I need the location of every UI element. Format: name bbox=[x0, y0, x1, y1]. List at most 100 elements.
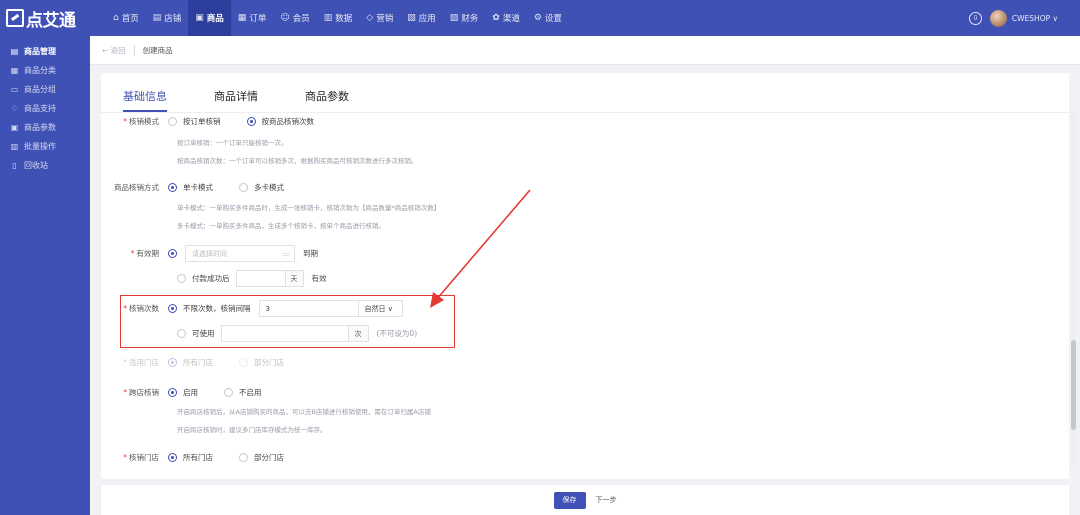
cross-store-disable-option[interactable]: 不启用 bbox=[224, 387, 262, 398]
radio-icon[interactable] bbox=[239, 453, 248, 462]
radio-checked-icon[interactable] bbox=[168, 453, 177, 462]
radio-checked-icon[interactable] bbox=[168, 388, 177, 397]
nav-item-label: 应用 bbox=[418, 14, 436, 24]
brand-logo[interactable]: 点艾通 bbox=[0, 6, 90, 31]
sidebar-item[interactable]: ▥ 批量操作 bbox=[0, 137, 90, 156]
sidebar-item-label: 商品分组 bbox=[24, 85, 56, 94]
sidebar-item-label: 回收站 bbox=[24, 161, 48, 170]
user-menu[interactable]: CWESHOP ∨ bbox=[1012, 14, 1058, 23]
applicable-all-stores-option[interactable]: 所有门店 bbox=[168, 357, 213, 368]
sidebar-item[interactable]: ♢ 商品支持 bbox=[0, 99, 90, 118]
annotation-arrow-icon bbox=[430, 189, 531, 308]
nav-item-label: 渠道 bbox=[502, 14, 520, 24]
scrollbar-thumb[interactable] bbox=[1071, 340, 1076, 430]
sidebar-item[interactable]: ▯ 回收站 bbox=[0, 156, 90, 175]
nav-item-finance[interactable]: ▨ 财务 bbox=[443, 0, 486, 36]
sidebar-item-icon: ▦ bbox=[10, 66, 19, 75]
radio-checked-icon[interactable] bbox=[168, 358, 177, 367]
verify-mode-row: * 核销模式 按订单核销 按商品核销次数 bbox=[123, 116, 314, 127]
applicable-store-label: 适用门店 bbox=[129, 358, 159, 367]
nav-item-label: 店铺 bbox=[164, 14, 182, 24]
channel-icon: ✿ bbox=[492, 13, 500, 23]
verify-mode-by-order-option[interactable]: 按订单核销 bbox=[168, 116, 221, 127]
nav-item-data[interactable]: ▥ 数据 bbox=[317, 0, 360, 36]
verify-mode-hint-2: 按商品核销次数：一个订单可以核销多次，根据购买商品可核销次数进行多次核销。 bbox=[177, 157, 418, 165]
day-unit: 天 bbox=[285, 270, 304, 287]
valid-label: 有效 bbox=[311, 274, 327, 283]
sidebar-item[interactable]: ▦ 商品分类 bbox=[0, 61, 90, 80]
sidebar-item-label: 商品支持 bbox=[24, 104, 56, 113]
sidebar-item-label: 批量操作 bbox=[24, 142, 56, 151]
sidebar-item[interactable]: ▭ 商品分组 bbox=[0, 80, 90, 99]
nav-item-label: 商品 bbox=[206, 14, 224, 24]
marketing-icon: ◇ bbox=[366, 13, 374, 23]
finance-icon: ▨ bbox=[449, 13, 459, 23]
user-area: ⇩ CWESHOP ∨ bbox=[968, 9, 1080, 27]
applicable-some-stores-option[interactable]: 部分门店 bbox=[239, 357, 284, 368]
single-card-option[interactable]: 单卡模式 bbox=[168, 182, 213, 193]
nav-item-home[interactable]: ⌂ 首页 bbox=[106, 0, 146, 36]
radio-checked-icon[interactable] bbox=[246, 117, 256, 126]
back-link[interactable]: ← 返回 bbox=[102, 45, 126, 56]
verify-method-hint-1: 单卡模式：一单购买多件商品时，生成一张核销卡，核销次数为【商品数量*商品核销次数… bbox=[177, 204, 441, 212]
verify-mode-by-count-option[interactable]: 按商品核销次数 bbox=[246, 116, 314, 127]
sidebar-item-icon: ♢ bbox=[10, 104, 19, 113]
sidebar-item-icon: ▣ bbox=[10, 123, 19, 132]
valid-days-input[interactable] bbox=[235, 270, 286, 287]
verify-method-label: 商品核销方式 bbox=[114, 183, 159, 192]
expiry-date-input[interactable]: 请选择时间 ▭ bbox=[185, 245, 295, 262]
verify-mode-hint-1: 按订单核销：一个订单只能核销一次。 bbox=[177, 139, 288, 147]
data-icon: ▥ bbox=[323, 13, 333, 23]
radio-icon[interactable] bbox=[239, 358, 248, 367]
tab-1[interactable]: 商品详情 bbox=[214, 88, 258, 112]
home-icon: ⌂ bbox=[113, 13, 119, 23]
save-button[interactable]: 保存 bbox=[553, 491, 586, 509]
nav-item-settings[interactable]: ⚙ 设置 bbox=[527, 0, 569, 36]
sidebar-item-label: 商品管理 bbox=[24, 47, 56, 56]
sidebar-item-icon: ▤ bbox=[10, 47, 19, 56]
logo-text: 点艾通 bbox=[26, 10, 76, 31]
nav-item-label: 订单 bbox=[249, 14, 267, 24]
verify-some-stores-option[interactable]: 部分门店 bbox=[239, 452, 284, 463]
avatar[interactable] bbox=[989, 9, 1007, 27]
nav-item-marketing[interactable]: ◇ 营销 bbox=[359, 0, 400, 36]
form-card: 基础信息 商品详情 商品参数 * 核销模式 按订单核销 按商品核销次数 按订单核销：一… bbox=[101, 73, 1069, 479]
calendar-icon: ▭ bbox=[282, 249, 289, 258]
radio-icon[interactable] bbox=[168, 117, 177, 126]
nav-item-app[interactable]: ▧ 应用 bbox=[400, 0, 443, 36]
verify-all-stores-option[interactable]: 所有门店 bbox=[168, 452, 213, 463]
cross-store-label: 跨店核销 bbox=[129, 388, 159, 397]
nav-item-order[interactable]: ▦ 订单 bbox=[231, 0, 274, 36]
sidebar-item-label: 商品分类 bbox=[24, 66, 56, 75]
nav-item-channel[interactable]: ✿ 渠道 bbox=[485, 0, 527, 36]
tab-0[interactable]: 基础信息 bbox=[123, 88, 167, 112]
validity-label: 有效期 bbox=[136, 249, 160, 258]
validity-after-payment-row: 付款成功后 天 有效 bbox=[177, 270, 327, 287]
radio-checked-icon[interactable] bbox=[168, 183, 177, 192]
scrollbar[interactable] bbox=[1071, 112, 1076, 462]
nav-item-goods[interactable]: ▣ 商品 bbox=[188, 0, 231, 36]
expiry-suffix: 到期 bbox=[303, 249, 318, 258]
page-title: 创建商品 bbox=[142, 45, 173, 55]
nav-item-store[interactable]: ▤ 店铺 bbox=[146, 0, 189, 36]
verify-method-row: 商品核销方式 单卡模式 多卡模式 bbox=[101, 182, 310, 193]
sidebar-item[interactable]: ▤ 商品管理 bbox=[0, 42, 90, 61]
logo-mark-icon bbox=[6, 9, 24, 27]
next-step-button[interactable]: 下一步 bbox=[596, 495, 617, 505]
cross-store-row: * 跨店核销 启用 不启用 bbox=[123, 387, 262, 398]
breadcrumb-divider bbox=[133, 44, 135, 56]
radio-icon[interactable] bbox=[177, 274, 186, 283]
radio-checked-icon[interactable] bbox=[168, 249, 177, 258]
nav-item-label: 数据 bbox=[335, 14, 353, 24]
radio-icon[interactable] bbox=[239, 183, 248, 192]
applicable-store-row: * 适用门店 所有门店 部分门店 bbox=[123, 357, 284, 368]
cross-store-enable-option[interactable]: 启用 bbox=[168, 387, 198, 398]
sidebar: ▤ 商品管理 ▦ 商品分类 ▭ 商品分组 ♢ 商品支持 ▣ 商品参数 ▥ 批量操作 ▯ 回收站 bbox=[0, 36, 90, 515]
multi-card-option[interactable]: 多卡模式 bbox=[239, 182, 284, 193]
download-icon[interactable]: ⇩ bbox=[968, 11, 982, 25]
tab-2[interactable]: 商品参数 bbox=[305, 88, 349, 112]
radio-icon[interactable] bbox=[224, 388, 233, 397]
sidebar-item[interactable]: ▣ 商品参数 bbox=[0, 118, 90, 137]
validity-row: * 有效期 请选择时间 ▭ 到期 bbox=[101, 245, 318, 262]
nav-item-member[interactable]: ☺ 会员 bbox=[273, 0, 316, 36]
